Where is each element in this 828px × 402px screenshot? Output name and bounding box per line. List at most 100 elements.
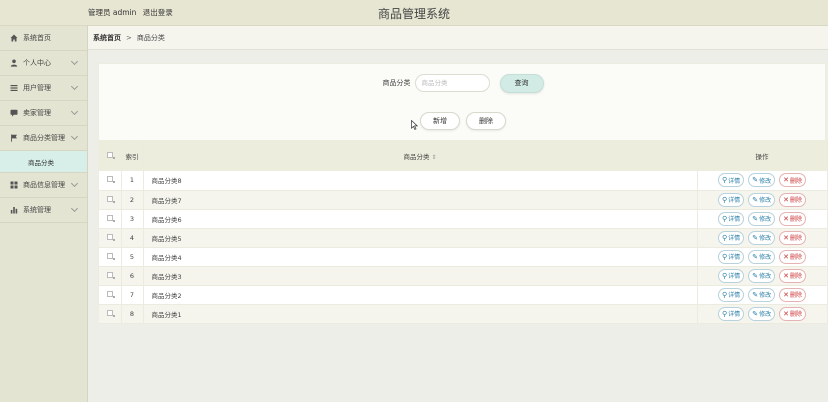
search-icon: ⚲ — [722, 233, 728, 242]
edit-label: 修改 — [759, 235, 772, 242]
pencil-icon: ✎ — [752, 290, 759, 299]
sidebar-item-label: 个人中心 — [23, 59, 51, 67]
breadcrumb-current: 商品分类 — [136, 33, 165, 42]
sidebar-item-home[interactable]: 系统首页 — [0, 26, 87, 51]
edit-button[interactable]: ✎ 修改 — [748, 173, 776, 188]
sidebar-item-category-management[interactable]: 商品分类管理 — [0, 126, 87, 151]
app-title: 商品管理系统 — [377, 7, 450, 21]
row-delete-button[interactable]: ✕ 删除 — [779, 211, 806, 226]
row-operations: ⚲ 详情 ✎ 修改 ✕ 删除 — [697, 266, 828, 286]
row-delete-button[interactable]: ✕ 删除 — [779, 287, 806, 302]
delete-button[interactable]: 删除 — [466, 112, 506, 130]
row-delete-button[interactable]: ✕ 删除 — [779, 306, 806, 321]
flag-icon — [10, 134, 18, 142]
edit-button[interactable]: ✎ 修改 — [748, 249, 776, 264]
comment-icon — [10, 109, 18, 117]
breadcrumb-home[interactable]: 系统首页 — [93, 33, 121, 43]
close-icon: ✕ — [783, 252, 789, 261]
row-name: 商品分类1 — [143, 304, 698, 324]
detail-button[interactable]: ⚲ 详情 — [718, 268, 745, 283]
row-select-cell — [99, 171, 122, 191]
detail-label: 详情 — [728, 235, 741, 242]
row-checkbox[interactable] — [106, 309, 115, 317]
row-delete-button[interactable]: ✕ 删除 — [779, 230, 806, 245]
edit-button[interactable]: ✎ 修改 — [748, 211, 776, 226]
name-column-label: 商品分类 — [403, 152, 430, 161]
row-name: 商品分类4 — [143, 247, 698, 267]
pencil-icon: ✎ — [752, 214, 759, 223]
row-delete-button[interactable]: ✕ 删除 — [779, 173, 806, 188]
row-checkbox[interactable] — [106, 252, 115, 260]
close-icon: ✕ — [783, 214, 789, 223]
main-panel: 商品分类 查询 新增 删除 索引 商品分类⇕ 操作 1商品分类8⚲详情✎修改✕删… — [98, 63, 828, 324]
row-checkbox[interactable] — [106, 271, 115, 279]
sidebar-item-system-management[interactable]: 系统管理 — [0, 198, 87, 223]
table-row: 6 商品分类3 ⚲ 详情 ✎ 修改 ✕ 删除 — [99, 266, 828, 286]
detail-button[interactable]: ⚲ 详情 — [718, 192, 745, 207]
row-index: 8 — [121, 304, 144, 324]
name-column-header[interactable]: 商品分类 ⇕ — [143, 140, 698, 171]
edit-label: 修改 — [759, 216, 772, 223]
pencil-icon: ✎ — [752, 271, 759, 280]
row-name: 商品分类2 — [143, 285, 698, 305]
sidebar-item-users[interactable]: 用户管理 — [0, 76, 87, 101]
category-table: 索引 商品分类 ⇕ 操作 1 商品分类8 ⚲ 详情 ✎ 修改 ✕ 删除 2 商品分类7 ⚲ 详情 ✎ 修改 ✕… — [99, 140, 828, 324]
detail-button[interactable]: ⚲ 详情 — [718, 173, 745, 188]
row-delete-label: 删除 — [789, 254, 802, 261]
row-delete-button[interactable]: ✕ 删除 — [779, 192, 806, 207]
breadcrumb: 系统首页 > 商品分类 — [88, 26, 828, 50]
edit-button[interactable]: ✎ 修改 — [748, 306, 776, 321]
search-input[interactable] — [414, 74, 490, 92]
detail-button[interactable]: ⚲ 详情 — [718, 306, 745, 321]
sidebar-item-label: 用户管理 — [23, 84, 51, 92]
sidebar-item-label: 卖家管理 — [23, 109, 51, 117]
detail-button[interactable]: ⚲ 详情 — [718, 249, 745, 264]
row-checkbox[interactable] — [106, 233, 115, 241]
edit-button[interactable]: ✎ 修改 — [748, 287, 776, 302]
search-icon: ⚲ — [722, 252, 728, 261]
row-delete-label: 删除 — [789, 216, 802, 223]
sidebar: 系统首页 个人中心 用户管理 卖家管理 商品分类管理 商品分类 商品信息管理 系… — [0, 26, 88, 402]
row-delete-button[interactable]: ✕ 删除 — [779, 249, 806, 264]
add-button[interactable]: 新增 — [420, 112, 460, 130]
row-checkbox[interactable] — [106, 195, 115, 203]
row-checkbox[interactable] — [106, 214, 115, 222]
detail-label: 详情 — [728, 292, 741, 299]
detail-button[interactable]: ⚲ 详情 — [718, 230, 745, 245]
sidebar-item-product-management[interactable]: 商品信息管理 — [0, 173, 87, 198]
sidebar-item-profile[interactable]: 个人中心 — [0, 51, 87, 76]
row-index: 7 — [121, 285, 144, 305]
chevron-down-icon — [70, 82, 79, 91]
search-icon: ⚲ — [722, 271, 728, 280]
row-checkbox[interactable] — [106, 176, 115, 184]
row-name: 商品分类3 — [143, 266, 698, 286]
sidebar-subitem-category[interactable]: 商品分类 — [0, 151, 87, 173]
row-select-cell — [99, 304, 122, 324]
row-select-cell — [99, 266, 122, 286]
edit-button[interactable]: ✎ 修改 — [748, 192, 776, 207]
select-all-checkbox[interactable] — [106, 151, 115, 159]
row-delete-label: 删除 — [789, 197, 802, 204]
edit-button[interactable]: ✎ 修改 — [748, 268, 776, 283]
sidebar-item-label: 商品分类管理 — [23, 134, 65, 142]
row-index: 2 — [121, 190, 144, 210]
detail-button[interactable]: ⚲ 详情 — [718, 287, 745, 302]
home-icon — [10, 34, 18, 42]
search-icon: ⚲ — [722, 214, 728, 223]
table-row: 3 商品分类6 ⚲ 详情 ✎ 修改 ✕ 删除 — [99, 209, 828, 229]
pencil-icon: ✎ — [752, 176, 759, 185]
row-delete-button[interactable]: ✕ 删除 — [779, 268, 806, 283]
sidebar-item-sellers[interactable]: 卖家管理 — [0, 101, 87, 126]
close-icon: ✕ — [783, 271, 789, 280]
query-button[interactable]: 查询 — [499, 73, 544, 93]
edit-button[interactable]: ✎ 修改 — [748, 230, 776, 245]
row-select-cell — [99, 190, 122, 210]
detail-label: 详情 — [728, 254, 741, 261]
sort-icon[interactable]: ⇕ — [431, 154, 436, 161]
row-checkbox[interactable] — [106, 290, 115, 298]
edit-label: 修改 — [759, 197, 772, 204]
detail-button[interactable]: ⚲ 详情 — [718, 211, 745, 226]
table-row: 8 商品分类1 ⚲ 详情 ✎ 修改 ✕ 删除 — [99, 304, 828, 324]
table-row: 2 商品分类7 ⚲ 详情 ✎ 修改 ✕ 删除 — [99, 190, 828, 210]
row-index: 6 — [121, 266, 144, 286]
